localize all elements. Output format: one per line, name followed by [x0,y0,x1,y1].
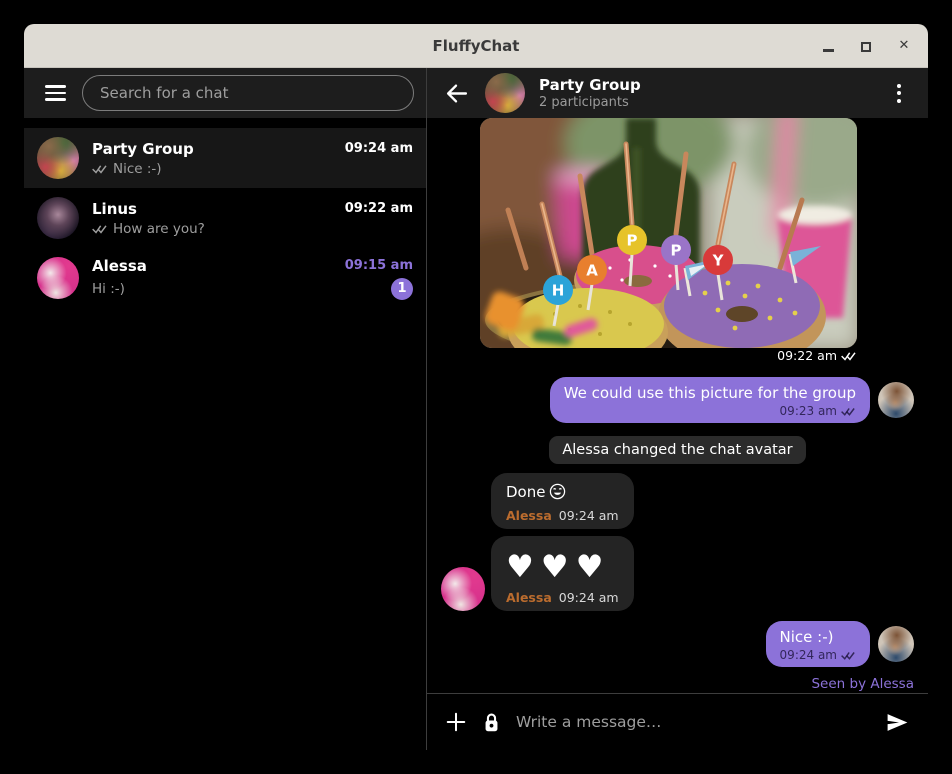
message-text: We could use this picture for the group [564,383,856,403]
seen-by-row: Seen by Alessa [441,676,914,692]
svg-text:H: H [552,282,565,300]
chat-time: 09:24 am [345,141,413,156]
svg-text:Y: Y [712,252,725,270]
message-row-alessa: ♥♥♥ Alessa 09:24 am [441,536,914,611]
chat-last-message: How are you? [113,221,205,237]
send-icon[interactable] [885,710,910,735]
window-titlebar: FluffyChat ✕ [24,24,928,68]
message-time: 09:24 am [780,648,837,662]
message-image-row: H A P P Y [441,118,857,348]
close-button[interactable]: ✕ [896,38,912,54]
message-composer [427,693,928,750]
chat-list-item-linus[interactable]: Linus 09:22 am How are you? [24,188,426,248]
read-receipt-icon [841,406,856,416]
own-avatar[interactable] [878,626,914,662]
sender-name: Alessa [506,508,552,523]
sender-name: Alessa [506,590,552,605]
window-controls: ✕ [820,24,912,67]
chat-pane: Party Group 2 participants [427,68,928,750]
message-time: 09:22 am [777,348,837,363]
chat-time: 09:22 am [345,201,413,216]
overflow-menu-icon[interactable] [880,74,918,112]
chat-appbar: Party Group 2 participants [427,68,928,118]
app-window: FluffyChat ✕ Party Group 09:24 am [24,24,928,750]
attachment-plus-icon[interactable] [445,711,467,733]
alessa-avatar [37,257,79,299]
chat-header-avatar[interactable] [485,73,525,113]
encryption-lock-icon [482,712,501,733]
image-message-meta: 09:22 am [441,348,857,363]
party-group-avatar [37,137,79,179]
search-input[interactable] [82,75,414,111]
back-arrow-icon[interactable] [437,74,475,112]
svg-text:P: P [627,232,638,250]
chat-name: Alessa [92,257,345,275]
read-receipt-icon [841,350,857,361]
chat-participants: 2 participants [539,95,870,110]
maximize-button[interactable] [858,38,874,54]
message-time: 09:24 am [559,590,619,605]
read-receipt-icon [841,650,856,660]
message-row-alessa: Done Alessa 09:24 am [441,473,914,529]
message-bubble[interactable]: Done Alessa 09:24 am [491,473,634,529]
hearts-emoji-text: ♥♥♥ [506,545,619,587]
alessa-avatar[interactable] [441,567,485,611]
hamburger-menu-icon[interactable] [36,74,74,112]
smiling-face-emoji-icon [549,483,566,505]
minimize-button[interactable] [820,38,836,54]
svg-text:A: A [586,262,598,280]
chat-last-message: Hi :-) [92,281,125,297]
system-message: Alessa changed the chat avatar [549,436,805,464]
window-title: FluffyChat [433,37,520,55]
chat-list: Party Group 09:24 am Nice :-) [24,118,426,750]
message-bubble[interactable]: ♥♥♥ Alessa 09:24 am [491,536,634,611]
linus-avatar [37,197,79,239]
sidebar-appbar [24,68,426,118]
chat-last-message: Nice :-) [113,161,162,177]
message-bubble[interactable]: Nice :-) 09:24 am [766,621,870,667]
photo-message-image[interactable]: H A P P Y [480,118,857,348]
unread-badge: 1 [391,278,413,300]
read-receipt-icon [92,223,108,234]
message-time: 09:23 am [780,404,837,418]
svg-text:P: P [671,242,682,260]
read-receipt-icon [92,163,108,174]
chat-title: Party Group [539,76,870,94]
seen-by-label: Seen by Alessa [811,676,914,692]
message-list: H A P P Y [427,118,928,693]
chat-name: Linus [92,200,345,218]
chat-list-item-alessa[interactable]: Alessa 09:15 am Hi :-) 1 [24,248,426,308]
message-row-own: Nice :-) 09:24 am [441,621,914,667]
message-text: Nice :-) [780,627,856,647]
avatar-slot [441,567,485,611]
message-text: Done [506,483,545,501]
message-row-own: We could use this picture for the group … [441,377,914,423]
own-avatar[interactable] [878,382,914,418]
message-bubble[interactable]: We could use this picture for the group … [550,377,870,423]
system-message-row: Alessa changed the chat avatar [441,436,914,464]
chat-list-item-party-group[interactable]: Party Group 09:24 am Nice :-) [24,128,426,188]
message-input[interactable] [516,713,870,731]
message-time: 09:24 am [559,508,619,523]
chat-name: Party Group [92,140,345,158]
chat-time: 09:15 am [345,258,413,273]
chat-list-sidebar: Party Group 09:24 am Nice :-) [24,68,427,750]
